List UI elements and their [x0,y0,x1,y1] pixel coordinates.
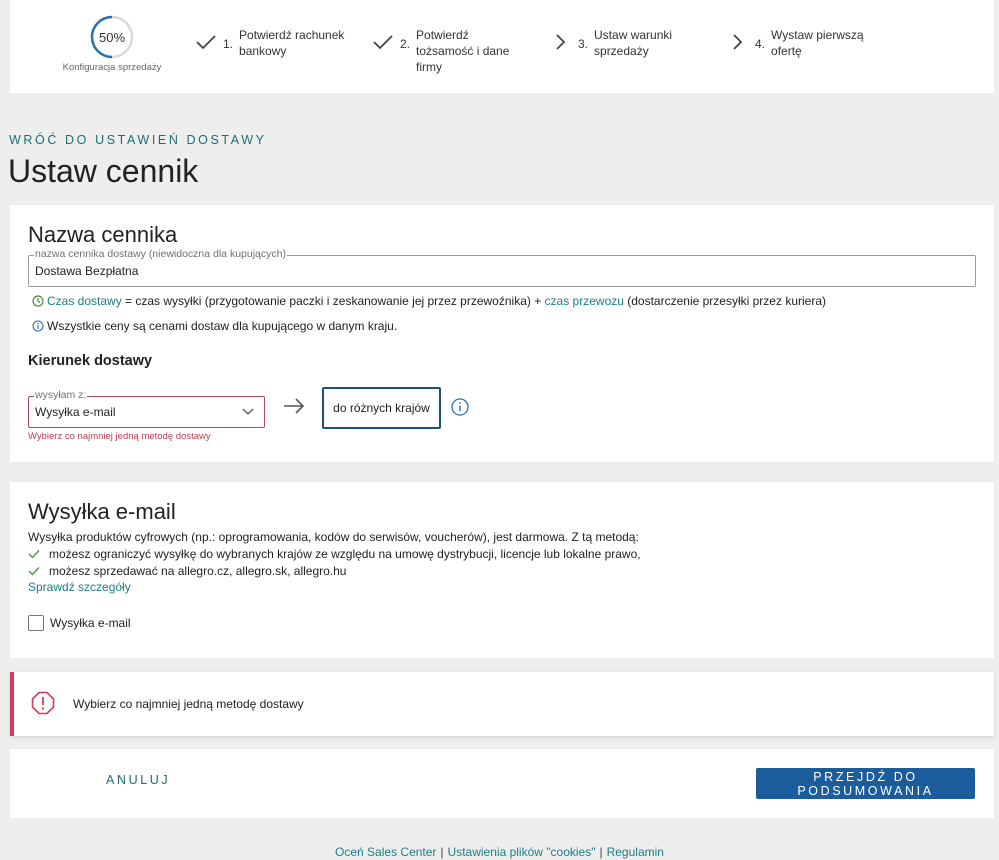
to-countries-button[interactable]: do różnych krajów [322,387,441,429]
checkmark-icon [196,35,216,50]
cancel-button[interactable]: ANULUJ [106,773,170,787]
step-label: Ustaw warunki sprzedaży [594,28,673,58]
chevron-right-icon [733,34,743,50]
step-number: 2. [400,37,411,51]
info-icon [32,320,44,332]
email-shipping-checkbox-label[interactable]: Wysyłka e-mail [50,616,131,630]
page-title: Ustaw cennik [8,153,199,189]
step-number: 3. [578,37,589,51]
delivery-time-text: = czas wysyłki (przygotowanie paczki i z… [121,294,545,308]
prices-info: Wszystkie ceny są cenami dostaw dla kupu… [32,319,397,333]
checkmark-icon [373,35,393,50]
terms-link[interactable]: Regulamin [607,845,664,859]
go-to-summary-button[interactable]: PRZEJDŹ DO PODSUMOWANIA [756,768,975,799]
error-alert: Wybierz co najmniej jedną metodę dostawy [10,672,994,736]
section-title-email: Wysyłka e-mail [28,499,176,524]
progress-caption: Konfiguracja sprzedaży [62,62,162,73]
footer: Oceń Sales Center | Ustawienia plików "coo… [0,845,999,859]
transport-time-link[interactable]: czas przewozu [545,294,624,308]
step-label: Wystaw pierwszą ofertę [771,28,864,58]
check-details-link[interactable]: Sprawdź szczegóły [28,580,131,594]
email-shipping-checkbox[interactable] [28,615,44,631]
ship-from-error: Wybierz co najmniej jedną metodę dostawy [28,431,211,442]
email-benefit-text: możesz ograniczyć wysyłkę do wybranych k… [49,547,641,561]
email-shipping-card: Wysyłka e-mail Wysyłka produktów cyfrowy… [10,482,994,658]
arrow-right-icon [284,398,305,414]
transport-time-text: (dostarczenie przesyłki przez kuriera) [623,294,826,308]
prices-info-text: Wszystkie ceny są cenami dostaw dla kupu… [47,319,398,333]
progress-percent: 50% [98,29,126,45]
step-1: 1. Potwierdź rachunek bankowy [195,27,351,59]
chevron-down-icon [242,408,254,415]
field-legend: wysyłam z: [34,389,88,401]
price-list-name-field[interactable]: nazwa cennika dostawy (niewidoczna dla k… [28,248,976,287]
checkmark-icon [28,567,40,576]
price-list-name-value[interactable]: Dostawa Bezpłatna [35,264,138,278]
rate-sales-center-link[interactable]: Oceń Sales Center [335,845,436,859]
delivery-time-info: Czas dostawy = czas wysyłki (przygotowan… [32,294,826,308]
email-benefit-text: możesz sprzedawać na allegro.cz, allegro… [49,564,347,578]
delivery-time-link[interactable]: Czas dostawy [47,294,122,308]
delivery-direction-title: Kierunek dostawy [28,353,153,369]
step-number: 1. [223,37,234,51]
email-benefit: możesz ograniczyć wysyłkę do wybranych k… [28,547,641,561]
step-number: 4. [755,37,766,51]
setup-progress-card: 50% Konfiguracja sprzedaży 1. Potwierdź … [10,0,994,93]
step-3: 3. Ustaw warunki sprzedaży [550,27,706,59]
error-alert-text: Wybierz co najmniej jedną metodę dostawy [73,697,304,711]
step-2: 2. Potwierdź tożsamość i dane firmy [372,27,528,75]
step-4: 4. Wystaw pierwszą ofertę [727,27,883,59]
ship-from-select[interactable]: wysyłam z: Wysyłka e-mail [28,389,265,428]
price-list-name-card: Nazwa cennika nazwa cennika dostawy (nie… [10,205,994,462]
back-to-delivery-settings-link[interactable]: WRÓĆ DO USTAWIEŃ DOSTAWY [9,133,267,147]
email-shipping-option[interactable]: Wysyłka e-mail [28,615,131,631]
ship-from-value: Wysyłka e-mail [35,405,116,419]
actions-card: ANULUJ PRZEJDŹ DO PODSUMOWANIA [10,749,994,818]
email-benefit: możesz sprzedawać na allegro.cz, allegro… [28,564,346,578]
step-label: Potwierdź tożsamość i dane firmy [416,28,510,74]
section-title-name: Nazwa cennika [28,222,178,247]
field-legend: nazwa cennika dostawy (niewidoczna dla k… [34,248,287,260]
clock-icon [32,295,44,307]
alert-icon [31,691,55,715]
cookie-settings-link[interactable]: Ustawienia plików "cookies" [448,845,596,859]
email-description: Wysyłka produktów cyfrowych (np.: oprogr… [28,530,639,544]
footer-separator: | [440,845,444,859]
info-icon[interactable] [451,398,469,416]
chevron-right-icon [556,34,566,50]
step-label: Potwierdź rachunek bankowy [239,28,345,58]
checkmark-icon [28,550,40,559]
footer-separator: | [599,845,603,859]
